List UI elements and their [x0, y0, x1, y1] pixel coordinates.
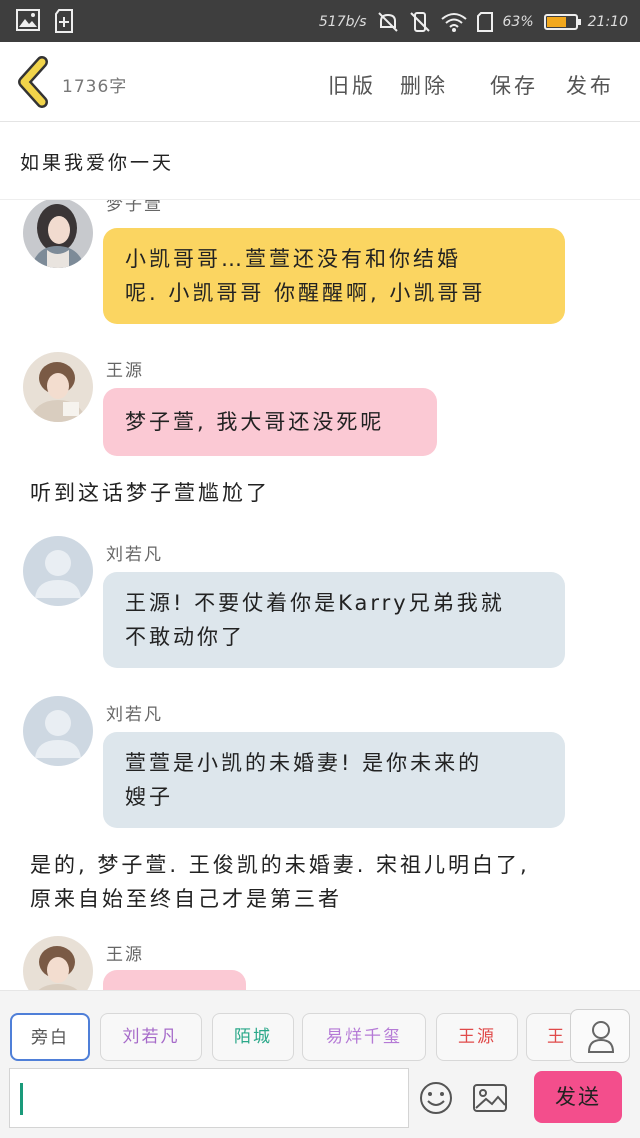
chat-area[interactable]: 梦子萱 小凯哥哥…萱萱还没有和你结婚 呢. 小凯哥哥 你醒醒啊, 小凯哥哥 王源… — [0, 200, 640, 990]
message-bubble[interactable]: 梦子萱, 我大哥还没死呢 — [103, 388, 437, 456]
role-label: 陌城 — [234, 1027, 272, 1047]
role-selector-bar: 旁白 刘若凡 陌城 易烊千玺 王源 王 — [0, 990, 640, 1066]
person-icon — [587, 1021, 615, 1053]
story-title[interactable]: 如果我爱你一天 — [20, 148, 174, 175]
narration[interactable]: 是的, 梦子萱. 王俊凯的未婚妻. 宋祖儿明白了, 原来自始至终自己才是第三者 — [30, 848, 620, 916]
text-caret — [20, 1083, 23, 1115]
message-line: 梦子萱, 我大哥还没死呢 — [125, 410, 385, 434]
battery-percent: 63% — [502, 14, 534, 30]
message-bubble[interactable] — [103, 970, 246, 990]
input-bar: 发送 — [0, 1066, 640, 1138]
role-button[interactable]: 易烊千玺 — [302, 1013, 426, 1061]
narration[interactable]: 听到这话梦子萱尴尬了 — [30, 476, 620, 510]
message-bubble[interactable]: 小凯哥哥…萱萱还没有和你结婚 呢. 小凯哥哥 你醒醒啊, 小凯哥哥 — [103, 228, 565, 324]
avatar-girl-icon — [23, 200, 93, 268]
speaker-name: 王源 — [106, 361, 144, 381]
message-line: 不敢动你了 — [125, 625, 245, 649]
battery-level — [546, 17, 566, 27]
status-left — [16, 9, 74, 33]
speaker-name: 刘若凡 — [106, 705, 163, 725]
narration-line: 是的, 梦子萱. 王俊凯的未婚妻. 宋祖儿明白了, — [30, 853, 530, 877]
editor-header: 1736字 旧版 删除 保存 发布 — [0, 42, 640, 122]
status-bar: 517b/s 63% 21:10 — [0, 0, 640, 42]
role-button[interactable]: 刘若凡 — [100, 1013, 202, 1061]
send-button[interactable]: 发送 — [534, 1071, 622, 1123]
network-speed: 517b/s — [318, 14, 367, 30]
message-line: 小凯哥哥…萱萱还没有和你结婚 — [125, 247, 461, 271]
message-bubble[interactable]: 萱萱是小凯的未婚妻! 是你未来的 嫂子 — [103, 732, 565, 828]
sim-add-icon — [55, 9, 73, 33]
message-input[interactable] — [9, 1068, 409, 1128]
manage-roles-button[interactable] — [570, 1009, 630, 1063]
title-row[interactable]: 如果我爱你一天 — [0, 122, 640, 200]
image-picker-icon[interactable] — [472, 1080, 508, 1116]
message-line: 萱萱是小凯的未婚妻! 是你未来的 — [125, 751, 483, 775]
narration-line: 原来自始至终自己才是第三者 — [30, 887, 342, 911]
message-bubble[interactable]: 王源! 不要仗着你是Karry兄弟我就 不敢动你了 — [103, 572, 565, 668]
old-version-button[interactable]: 旧版 — [328, 70, 376, 100]
avatar[interactable] — [23, 352, 93, 422]
speaker-name: 刘若凡 — [106, 545, 163, 565]
role-button[interactable]: 王源 — [436, 1013, 518, 1061]
back-button[interactable] — [14, 56, 54, 108]
avatar[interactable] — [23, 696, 93, 766]
message-line: 王源! 不要仗着你是Karry兄弟我就 — [125, 591, 505, 615]
default-avatar-icon — [23, 696, 93, 766]
narration-line: 听到这话梦子萱尴尬了 — [30, 481, 270, 505]
avatar-boy-icon — [23, 936, 93, 990]
role-button-narrator[interactable]: 旁白 — [10, 1013, 90, 1061]
speaker-name: 梦子萱 — [106, 200, 163, 215]
save-button[interactable]: 保存 — [490, 70, 538, 100]
avatar[interactable] — [23, 200, 93, 268]
chat-message[interactable]: 梦子萱 小凯哥哥…萱萱还没有和你结婚 呢. 小凯哥哥 你醒醒啊, 小凯哥哥 — [0, 200, 640, 334]
message-line: 呢. 小凯哥哥 你醒醒啊, 小凯哥哥 — [125, 281, 486, 305]
word-count: 1736字 — [62, 77, 128, 97]
role-label: 王 — [547, 1027, 566, 1047]
vibrate-off-icon — [409, 12, 430, 32]
back-arrow-icon — [18, 56, 48, 108]
chat-message[interactable]: 刘若凡 萱萱是小凯的未婚妻! 是你未来的 嫂子 — [0, 694, 640, 834]
role-label: 刘若凡 — [122, 1027, 180, 1047]
default-avatar-icon — [23, 536, 93, 606]
avatar-boy-icon — [23, 352, 93, 422]
wifi-icon — [440, 13, 467, 32]
delete-button[interactable]: 删除 — [400, 70, 448, 100]
clock: 21:10 — [587, 14, 628, 30]
chat-message[interactable]: 刘若凡 王源! 不要仗着你是Karry兄弟我就 不敢动你了 — [0, 534, 640, 674]
role-label: 旁白 — [31, 1028, 69, 1048]
role-button[interactable]: 陌城 — [212, 1013, 294, 1061]
chat-message[interactable]: 王源 — [0, 934, 640, 990]
battery-icon — [543, 14, 581, 30]
message-line: 嫂子 — [125, 785, 173, 809]
speaker-name: 王源 — [106, 945, 144, 965]
avatar[interactable] — [23, 536, 93, 606]
mute-icon — [377, 12, 398, 32]
chat-message[interactable]: 王源 梦子萱, 我大哥还没死呢 — [0, 350, 640, 460]
sim-card-icon — [476, 12, 493, 32]
status-right: 517b/s 63% 21:10 — [319, 11, 628, 33]
publish-button[interactable]: 发布 — [566, 70, 614, 100]
role-label: 王源 — [458, 1027, 496, 1047]
avatar[interactable] — [23, 936, 93, 990]
role-label: 易烊千玺 — [326, 1027, 402, 1047]
image-icon — [16, 9, 40, 31]
role-button[interactable]: 王 — [526, 1013, 576, 1061]
emoji-icon[interactable] — [418, 1080, 454, 1116]
